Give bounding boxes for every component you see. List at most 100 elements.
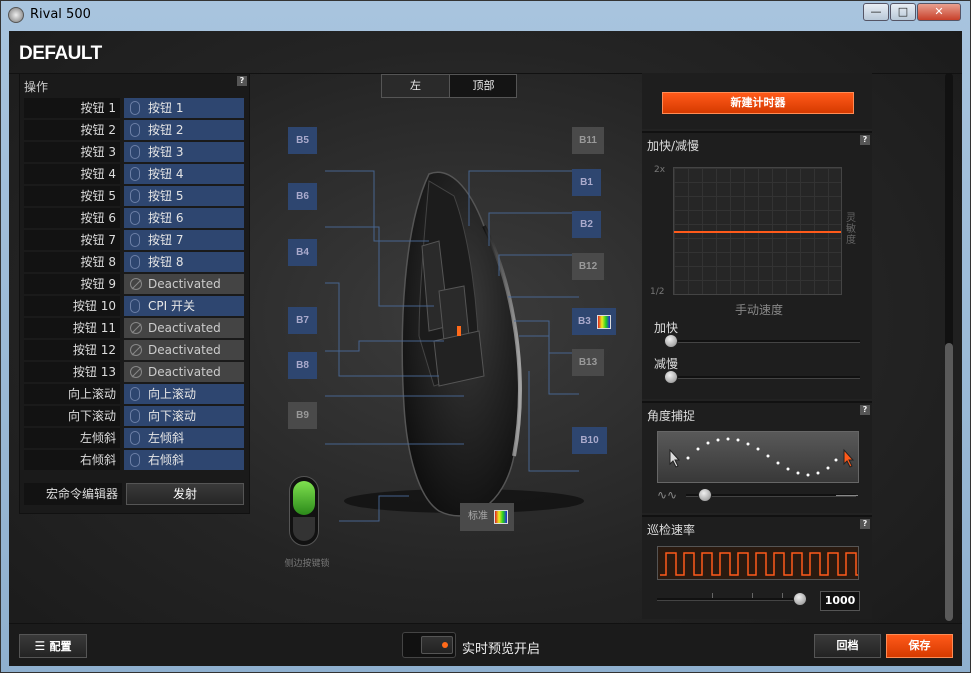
action-assignment[interactable]: 按钮 1 [124, 98, 244, 118]
action-assignment[interactable]: 按钮 6 [124, 208, 244, 228]
decelerate-slider-track[interactable] [664, 376, 860, 379]
cpi-icon [130, 299, 140, 313]
accelerate-label: 加快 [654, 321, 679, 335]
action-row: 按钮 5 按钮 5 [24, 186, 245, 206]
action-assignment[interactable]: Deactivated [124, 274, 244, 294]
status-led-icon [442, 642, 448, 648]
steelseries-logo-icon [8, 7, 24, 23]
help-icon[interactable]: ? [860, 519, 870, 529]
action-value: 按钮 2 [148, 123, 184, 137]
button-b10-label[interactable]: B10 [572, 427, 607, 454]
button-b9-label[interactable]: B9 [288, 402, 317, 429]
action-value: 按钮 5 [148, 189, 184, 203]
button-b6-label[interactable]: B6 [288, 183, 317, 210]
mouse-button-icon [130, 409, 140, 423]
help-icon[interactable]: ? [860, 135, 870, 145]
toggle-track [293, 517, 315, 541]
button-b13-label[interactable]: B13 [572, 349, 604, 376]
angle-snapping-heading: 角度捕捉 [647, 409, 696, 423]
polling-slider-knob[interactable] [793, 592, 807, 606]
macro-editor-label: 宏命令编辑器 [24, 483, 122, 505]
action-assignment[interactable]: Deactivated [124, 362, 244, 382]
button-b4-label[interactable]: B4 [288, 239, 317, 266]
side-button-lock-toggle[interactable] [289, 476, 319, 546]
slider-tick [752, 593, 753, 598]
action-row: 按钮 11 Deactivated [24, 318, 245, 338]
close-button[interactable]: ✕ [917, 3, 961, 21]
tab-left-view[interactable]: 左 [382, 75, 449, 97]
toggle-knob [421, 636, 453, 654]
action-button-label: 按钮 12 [24, 340, 120, 360]
button-b11-label[interactable]: B11 [572, 127, 604, 154]
action-assignment[interactable]: 按钮 5 [124, 186, 244, 206]
polling-rate-heading: 巡检速率 [647, 523, 696, 537]
action-assignment[interactable]: 向下滚动 [124, 406, 244, 426]
action-value: 按钮 3 [148, 145, 184, 159]
button-b7-label[interactable]: B7 [288, 307, 317, 334]
launch-button[interactable]: 发射 [126, 483, 244, 505]
configurations-button[interactable]: ☰ 配置 [19, 634, 87, 658]
action-assignment[interactable]: 按钮 2 [124, 120, 244, 140]
action-assignment[interactable]: 按钮 4 [124, 164, 244, 184]
polling-slider-track[interactable] [657, 598, 807, 601]
accelerate-slider-knob[interactable] [664, 334, 678, 348]
action-button-label: 按钮 11 [24, 318, 120, 338]
action-value: Deactivated [148, 277, 221, 291]
snapping-dots [686, 437, 838, 477]
help-icon[interactable]: ? [860, 405, 870, 415]
action-assignment[interactable]: 向上滚动 [124, 384, 244, 404]
decelerate-slider-knob[interactable] [664, 370, 678, 384]
title-bar: Rival 500 — □ ✕ [1, 1, 970, 29]
accelerate-slider-track[interactable] [664, 340, 860, 343]
settings-panel: 新建计时器 加快/减慢 ? 2x 1/2 灵敏度 手动速度 加快 减慢 角度捕捉 [642, 73, 872, 619]
action-assignment[interactable]: 左倾斜 [124, 428, 244, 448]
save-button[interactable]: 保存 [886, 634, 953, 658]
revert-button[interactable]: 回档 [814, 634, 881, 658]
rgb-color-swatch-icon[interactable] [597, 315, 611, 329]
bottom-bar: ☰ 配置 实时预览开启 回档 保存 [9, 623, 962, 666]
app-window: Rival 500 — □ ✕ DEFAULT 操作 ? 按钮 1 按钮 1 按钮 … [0, 0, 971, 673]
action-assignment[interactable]: 按钮 7 [124, 230, 244, 250]
live-preview-toggle[interactable] [402, 632, 456, 658]
maximize-button[interactable]: □ [890, 3, 916, 21]
button-b8-label[interactable]: B8 [288, 352, 317, 379]
button-b5-label[interactable]: B5 [288, 127, 317, 154]
action-button-label: 按钮 3 [24, 142, 120, 162]
settings-scrollbar[interactable] [945, 73, 953, 621]
action-assignment[interactable]: Deactivated [124, 340, 244, 360]
action-row: 按钮 7 按钮 7 [24, 230, 245, 250]
scrollbar-thumb[interactable] [945, 343, 953, 621]
wave-icon: ∿∿ [657, 488, 678, 502]
side-button-shape [433, 330, 485, 387]
help-icon[interactable]: ? [237, 76, 247, 86]
new-timer-button[interactable]: 新建计时器 [662, 92, 854, 114]
action-button-label: 按钮 2 [24, 120, 120, 140]
polling-rate-value[interactable]: 1000 [820, 591, 860, 611]
action-row: 按钮 9 Deactivated [24, 274, 245, 294]
action-row: 按钮 12 Deactivated [24, 340, 245, 360]
standard-color-button[interactable]: 标准 [460, 503, 514, 531]
button-b2-label[interactable]: B2 [572, 211, 601, 238]
tab-top-view[interactable]: 顶部 [450, 75, 517, 97]
acceleration-graph [673, 167, 842, 295]
deactivated-icon [130, 344, 142, 356]
action-value: 按钮 7 [148, 233, 184, 247]
action-assignment[interactable]: CPI 开关 [124, 296, 244, 316]
button-b12-label[interactable]: B12 [572, 253, 604, 280]
action-assignment[interactable]: 按钮 3 [124, 142, 244, 162]
action-button-label: 右倾斜 [24, 450, 120, 470]
action-assignment[interactable]: Deactivated [124, 318, 244, 338]
action-assignment[interactable]: 右倾斜 [124, 450, 244, 470]
mouse-button-icon [130, 167, 140, 181]
mouse-button-icon [130, 101, 140, 115]
rgb-color-swatch-icon [494, 510, 508, 524]
mouse-button-icon [130, 145, 140, 159]
main-content: DEFAULT 操作 ? 按钮 1 按钮 1 按钮 2 按钮 2 按钮 3 按钮 3 按钮 … [9, 31, 962, 666]
action-value: Deactivated [148, 343, 221, 357]
action-row: 按钮 6 按钮 6 [24, 208, 245, 228]
minimize-button[interactable]: — [863, 3, 889, 21]
action-button-label: 按钮 8 [24, 252, 120, 272]
action-assignment[interactable]: 按钮 8 [124, 252, 244, 272]
deactivated-icon [130, 366, 142, 378]
button-b1-label[interactable]: B1 [572, 169, 601, 196]
